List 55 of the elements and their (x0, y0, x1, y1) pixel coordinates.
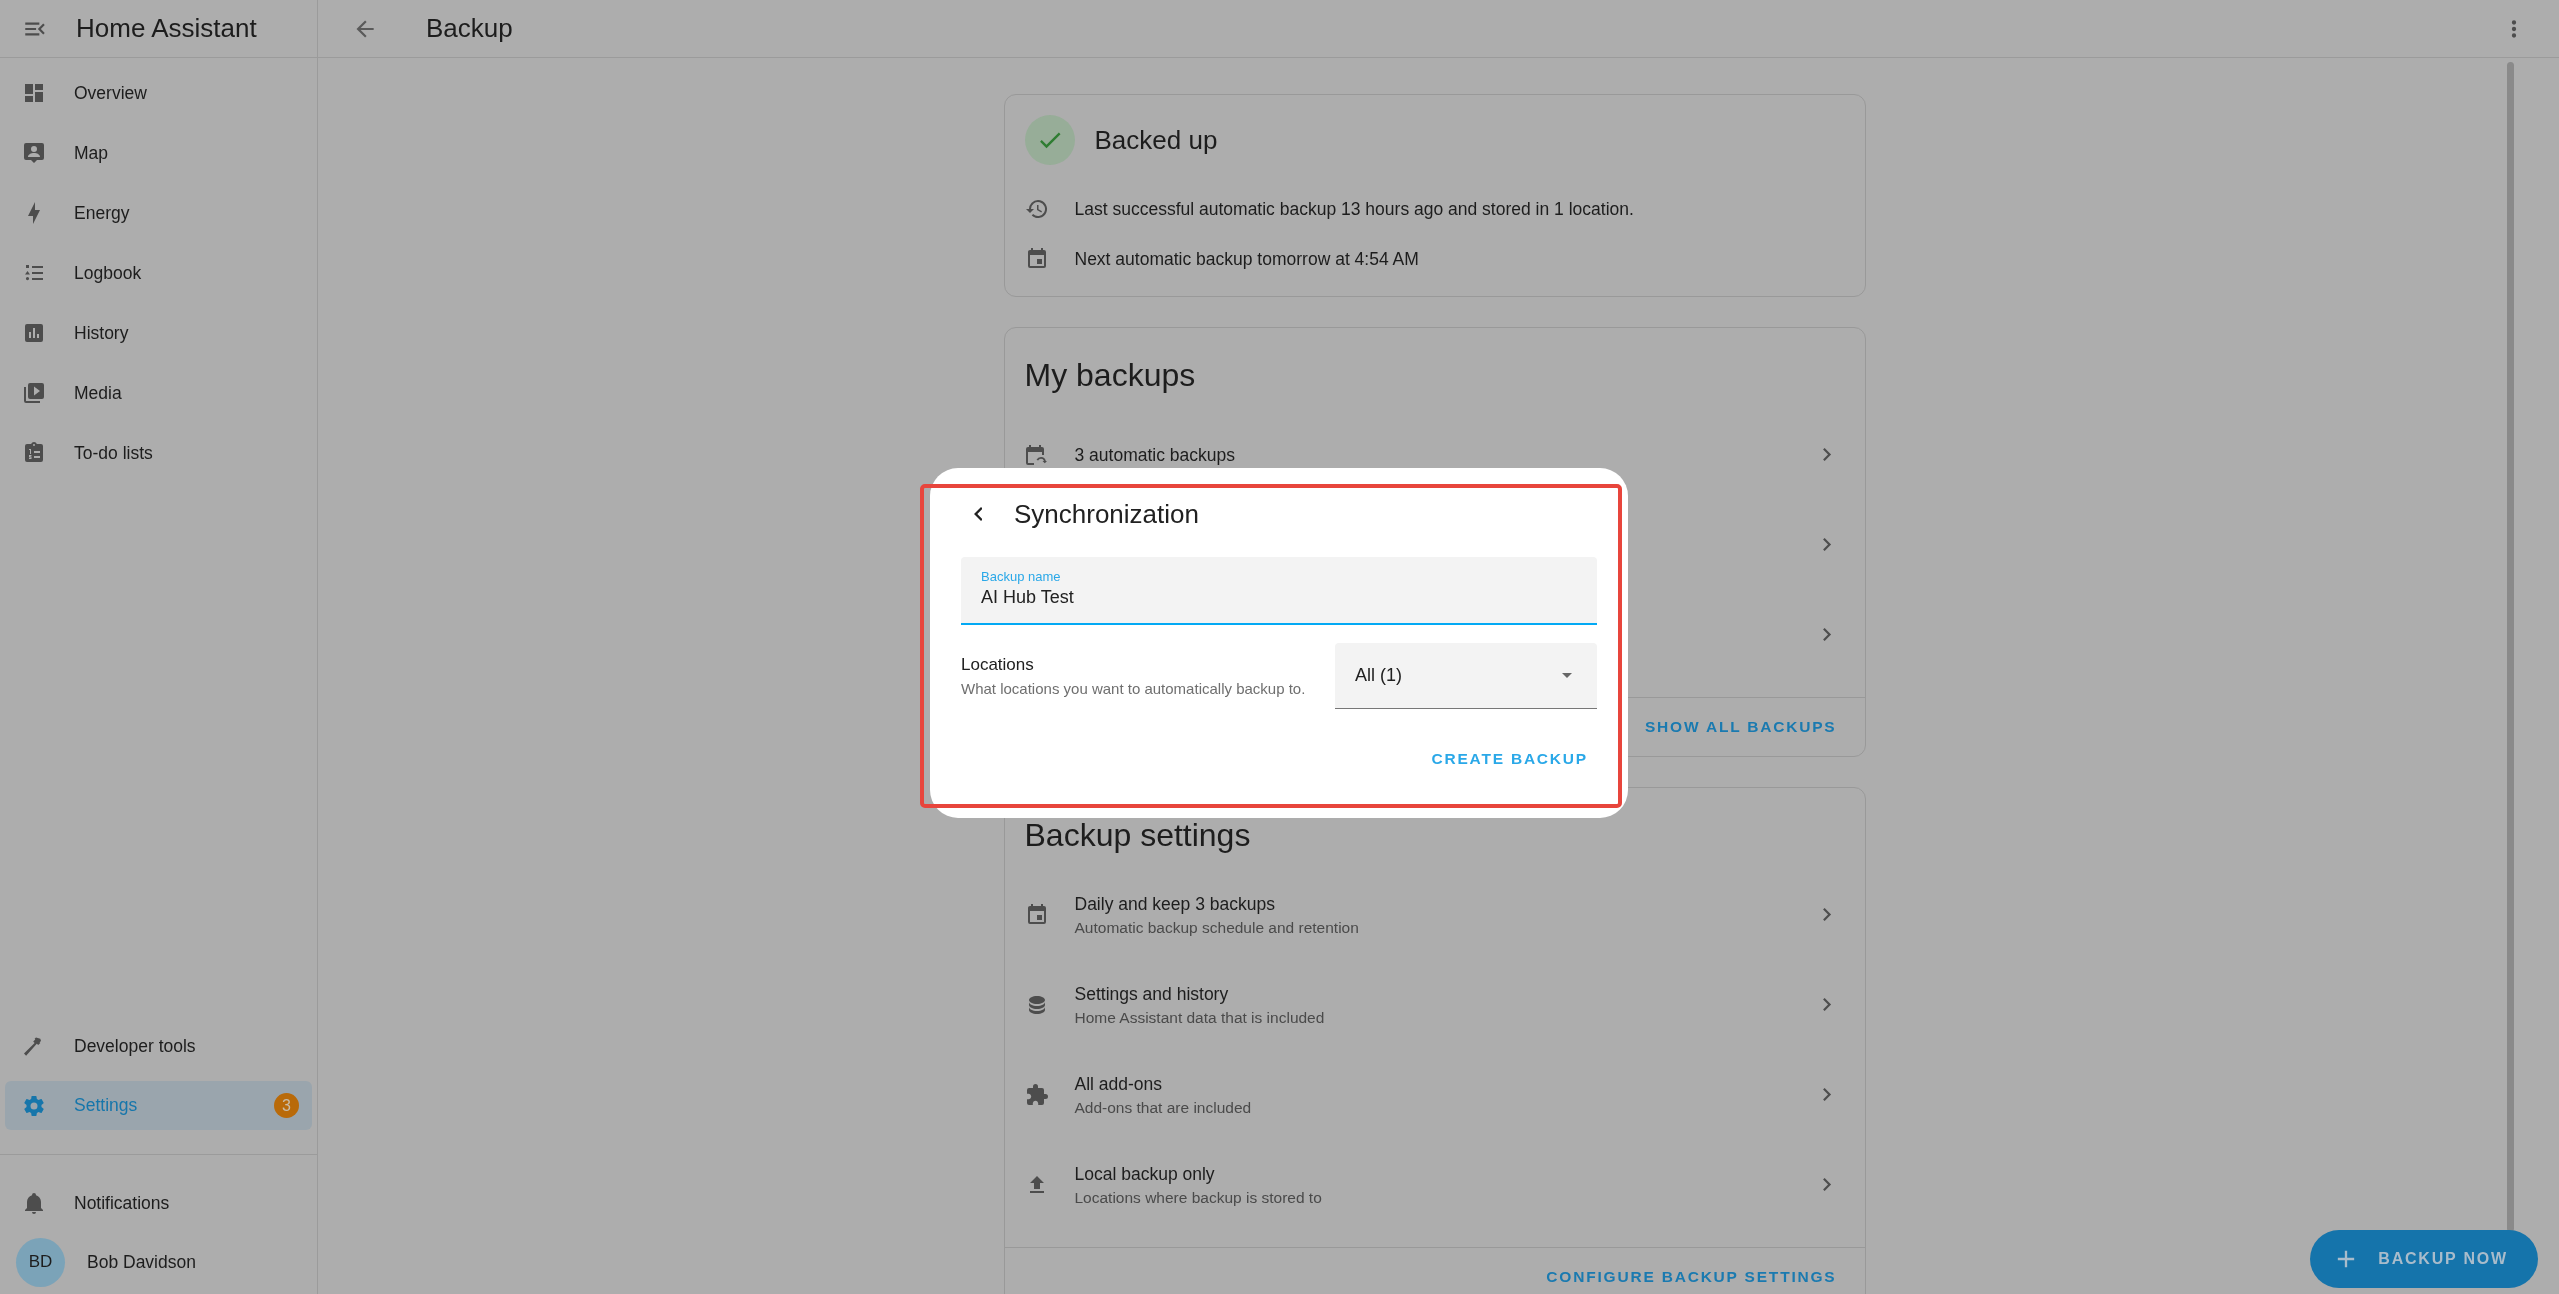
sidebar-item[interactable]: Overview (5, 69, 312, 117)
card-heading: My backups (1023, 356, 1197, 394)
clipboard-list-icon (22, 441, 46, 465)
chevron-right-icon (1823, 628, 1832, 642)
status-title: Backed up (1094, 124, 1218, 156)
dashboard-icon (22, 81, 46, 105)
chevron-right-icon (1823, 1178, 1832, 1192)
dialog-title: Synchronization (1014, 499, 1199, 530)
sidebar-item[interactable]: Map (5, 129, 312, 177)
field-value: AI Hub Test (981, 587, 1075, 608)
sidebar-item[interactable]: Media (5, 369, 312, 417)
chevron-right-icon (1823, 998, 1832, 1012)
puzzle-icon (1024, 1083, 1049, 1107)
chevron-right-icon (1823, 908, 1832, 922)
chevron-right-icon (1823, 448, 1832, 462)
user-profile-item[interactable]: BD Bob Davidson (5, 1238, 312, 1286)
user-avatar: BD (16, 1237, 65, 1287)
sidebar-item[interactable]: Logbook (5, 249, 312, 297)
chevron-right-icon (1823, 538, 1832, 552)
settings-icon (22, 1093, 46, 1118)
status-text: Next automatic backup tomorrow at 4:54 AM (1074, 248, 1419, 270)
setting-label: Locations (961, 655, 1035, 675)
card-heading: Backup settings (1023, 816, 1252, 854)
row-title: 3 automatic backups (1074, 444, 1236, 466)
row-title: Local backup only (1074, 1163, 1216, 1185)
chevron-left-icon[interactable] (973, 507, 983, 522)
calendar-sync-icon (1026, 445, 1047, 465)
bar-chart-icon (22, 321, 46, 345)
map-person-icon (22, 141, 46, 165)
setting-description: What locations you want to automatically backup to. (961, 680, 1307, 697)
scrollbar[interactable] (2507, 62, 2514, 1232)
row-subtitle: Locations where backup is stored to (1074, 1188, 1323, 1207)
field-label: Backup name (981, 569, 1062, 584)
notification-badge: 3 (274, 1093, 299, 1118)
app-title: Home Assistant (76, 13, 257, 44)
sidebar-item[interactable]: History (5, 309, 312, 357)
sidebar-item[interactable]: Energy (5, 189, 312, 237)
backup-name-field[interactable]: Backup name AI Hub Test (961, 557, 1597, 625)
media-play-icon (22, 381, 46, 405)
row-title: Settings and history (1074, 983, 1230, 1005)
row-subtitle: Automatic backup schedule and retention (1074, 918, 1360, 937)
row-title: Daily and keep 3 backups (1074, 893, 1276, 915)
page-title: Backup (426, 13, 514, 44)
sidebar-item[interactable]: To-do lists (5, 429, 312, 477)
status-text: Last successful automatic backup 13 hours ago and stored in 1 location. (1074, 198, 1634, 220)
locations-select[interactable]: All (1) (1335, 643, 1597, 709)
row-title: All add-ons (1074, 1073, 1164, 1095)
row-subtitle: Home Assistant data that is included (1074, 1008, 1326, 1027)
sidebar-item[interactable]: Developer tools (5, 1022, 312, 1070)
dropdown-arrow-icon (1562, 673, 1572, 678)
bell-icon (22, 1191, 46, 1215)
sidebar-item[interactable]: Notifications (5, 1179, 312, 1227)
chevron-right-icon (1823, 1088, 1832, 1102)
history-icon (1024, 197, 1049, 221)
row-subtitle: Add-ons that are included (1074, 1098, 1253, 1117)
